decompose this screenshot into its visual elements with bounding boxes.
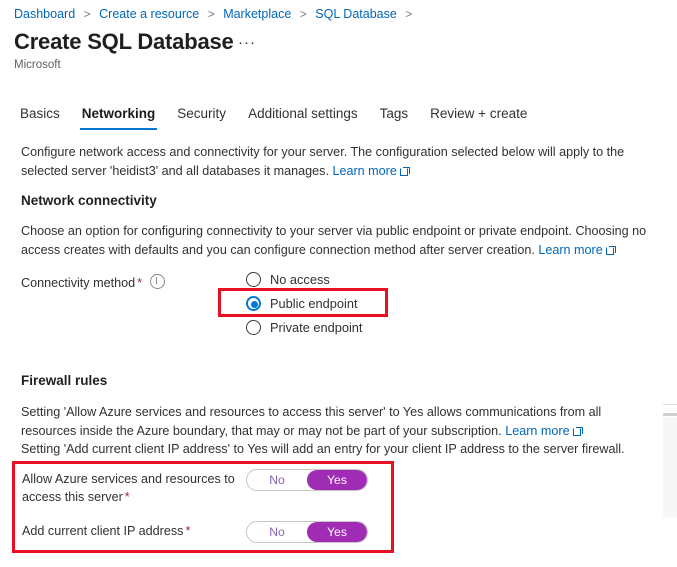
radio-label: No access xyxy=(270,271,330,287)
networking-description: Configure network access and connectivit… xyxy=(21,143,649,180)
radio-option-public-endpoint[interactable]: Public endpoint xyxy=(246,295,362,312)
radio-icon-selected[interactable] xyxy=(246,296,261,311)
connectivity-method-radio-group: No access Public endpoint Private endpoi… xyxy=(246,271,362,336)
breadcrumb-item-marketplace[interactable]: Marketplace xyxy=(223,7,291,21)
learn-more-label: Learn more xyxy=(505,423,570,438)
required-asterisk: * xyxy=(124,490,130,504)
networking-description-line2: server 'heidist3' and all databases it m… xyxy=(71,163,329,178)
network-connectivity-description-line2: creates with defaults and you can config… xyxy=(63,242,535,257)
breadcrumb-item-dashboard[interactable]: Dashboard xyxy=(14,7,75,21)
required-asterisk: * xyxy=(137,276,143,290)
more-options-button[interactable]: ··· xyxy=(238,35,256,50)
tab-review-create[interactable]: Review + create xyxy=(419,105,538,130)
radio-label: Private endpoint xyxy=(270,319,363,335)
tab-basics[interactable]: Basics xyxy=(18,105,71,130)
external-link-icon xyxy=(605,245,616,255)
toggle-allow-azure-services[interactable]: No Yes xyxy=(246,469,368,491)
network-connectivity-description: Choose an option for configuring connect… xyxy=(21,222,649,259)
toggle-label-allow-azure-services: Allow Azure services and resources to ac… xyxy=(22,470,237,506)
breadcrumb-separator: > xyxy=(299,7,307,21)
breadcrumb-separator: > xyxy=(83,7,91,21)
tab-additional-settings[interactable]: Additional settings xyxy=(237,105,369,130)
toggle-label-text: Add current client IP address xyxy=(22,524,184,538)
firewall-description-line2: the Azure boundary, that may or may not … xyxy=(116,423,502,438)
breadcrumb-item-create-a-resource[interactable]: Create a resource xyxy=(99,7,199,21)
toggle-option-no[interactable]: No xyxy=(247,470,307,490)
external-link-icon xyxy=(399,166,410,176)
learn-more-link-connectivity[interactable]: Learn more xyxy=(538,242,616,257)
breadcrumb-item-sql-database[interactable]: SQL Database xyxy=(315,7,397,21)
toggle-label-add-current-client-ip: Add current client IP address * xyxy=(22,522,237,540)
scrollbar-thumb[interactable] xyxy=(663,413,677,517)
learn-more-label: Learn more xyxy=(538,242,603,257)
radio-label: Public endpoint xyxy=(270,295,358,311)
firewall-description: Setting 'Allow Azure services and resour… xyxy=(21,403,649,459)
tab-bar: Basics Networking Security Additional se… xyxy=(18,105,538,130)
required-asterisk: * xyxy=(185,524,191,538)
tab-networking[interactable]: Networking xyxy=(71,105,167,130)
breadcrumb-separator: > xyxy=(207,7,215,21)
section-heading-firewall-rules: Firewall rules xyxy=(21,373,108,388)
learn-more-link-networking[interactable]: Learn more xyxy=(332,163,410,178)
toggle-option-yes-selected[interactable]: Yes xyxy=(307,470,367,490)
section-heading-network-connectivity: Network connectivity xyxy=(21,193,157,208)
learn-more-link-firewall[interactable]: Learn more xyxy=(505,423,583,438)
connectivity-method-label: Connectivity method * xyxy=(21,274,166,292)
external-link-icon xyxy=(572,426,583,436)
page-title: Create SQL Database xyxy=(14,29,234,54)
connectivity-method-label-text: Connectivity method xyxy=(21,276,136,290)
tab-tags[interactable]: Tags xyxy=(369,105,420,130)
radio-icon[interactable] xyxy=(246,320,261,335)
publisher-label: Microsoft xyxy=(14,59,61,71)
learn-more-label: Learn more xyxy=(332,163,397,178)
radio-option-private-endpoint[interactable]: Private endpoint xyxy=(246,319,362,336)
info-icon[interactable] xyxy=(150,274,166,289)
radio-option-no-access[interactable]: No access xyxy=(246,271,362,288)
toggle-option-no[interactable]: No xyxy=(247,522,307,542)
firewall-description-line3: Setting 'Add current client IP address' … xyxy=(21,442,625,456)
radio-icon[interactable] xyxy=(246,272,261,287)
toggle-option-yes-selected[interactable]: Yes xyxy=(307,522,367,542)
breadcrumb: Dashboard > Create a resource > Marketpl… xyxy=(14,6,417,22)
breadcrumb-separator: > xyxy=(405,7,413,21)
tab-security[interactable]: Security xyxy=(166,105,237,130)
toggle-add-current-client-ip[interactable]: No Yes xyxy=(246,521,368,543)
